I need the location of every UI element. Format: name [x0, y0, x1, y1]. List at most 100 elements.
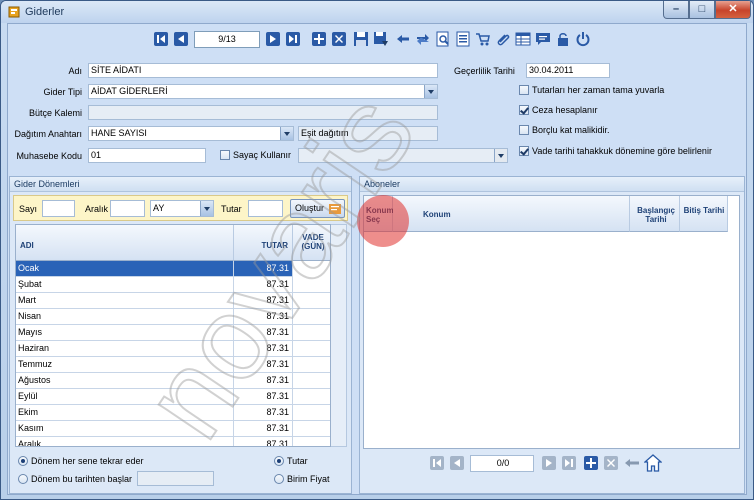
- row-tutar-cell[interactable]: 87.31: [234, 373, 293, 389]
- save-icon[interactable]: [352, 30, 370, 48]
- maximize-button[interactable]: □: [689, 1, 715, 19]
- list-icon[interactable]: [454, 30, 472, 48]
- option-checkbox-2[interactable]: Borçlu kat malikidir.: [519, 125, 610, 135]
- row-vade-cell[interactable]: [293, 437, 330, 446]
- table-row[interactable]: Haziran 87.31: [16, 341, 330, 357]
- row-adi-cell[interactable]: Ekim: [16, 405, 234, 421]
- row-adi-cell[interactable]: Kasım: [16, 421, 234, 437]
- next-record-button[interactable]: [264, 30, 282, 48]
- row-tutar-cell[interactable]: 87.31: [234, 437, 293, 446]
- sayac-kullanir-checkbox[interactable]: Sayaç Kullanır: [220, 150, 291, 160]
- table-row[interactable]: Ocak 87.31: [16, 261, 330, 277]
- row-tutar-cell[interactable]: 87.31: [234, 293, 293, 309]
- aralik-input[interactable]: [110, 200, 145, 217]
- next-record-icon[interactable]: [542, 456, 556, 470]
- table-row[interactable]: Temmuz 87.31: [16, 357, 330, 373]
- row-vade-cell[interactable]: [293, 405, 330, 421]
- tutar-input[interactable]: [248, 200, 283, 217]
- undo-arrow-icon[interactable]: [394, 30, 412, 48]
- muhasebe-kodu-input[interactable]: 01: [88, 148, 206, 163]
- olustur-button[interactable]: Oluştur: [290, 199, 345, 218]
- option-checkbox-1[interactable]: Ceza hesaplanır: [519, 105, 598, 115]
- butce-kalemi-input[interactable]: [88, 105, 438, 120]
- donem-grid[interactable]: ADI TUTAR VADE (GÜN) Ocak 87.31 Şubat 87.31…: [15, 224, 331, 447]
- row-vade-cell[interactable]: [293, 261, 330, 277]
- row-tutar-cell[interactable]: 87.31: [234, 325, 293, 341]
- row-tutar-cell[interactable]: 87.31: [234, 421, 293, 437]
- radio-birim-fiyat-dot[interactable]: [274, 474, 284, 484]
- radio-her-sene-dot[interactable]: [18, 456, 28, 466]
- row-vade-cell[interactable]: [293, 309, 330, 325]
- delete-icon[interactable]: [330, 30, 348, 48]
- option-checkbox-0[interactable]: Tutarları her zaman tama yuvarla: [519, 85, 664, 95]
- gecerlilik-tarihi-input[interactable]: 30.04.2011: [526, 63, 610, 78]
- period-combo[interactable]: AY: [150, 200, 214, 217]
- row-tutar-cell[interactable]: 87.31: [234, 341, 293, 357]
- row-vade-cell[interactable]: [293, 341, 330, 357]
- vade-column-header[interactable]: VADE (GÜN): [293, 225, 330, 261]
- row-vade-cell[interactable]: [293, 373, 330, 389]
- search-document-icon[interactable]: [434, 30, 452, 48]
- tutar-column-header[interactable]: TUTAR: [234, 225, 293, 261]
- cart-icon[interactable]: [474, 30, 492, 48]
- adi-input[interactable]: SİTE AİDATI: [88, 63, 438, 78]
- row-tutar-cell[interactable]: 87.31: [234, 357, 293, 373]
- row-tutar-cell[interactable]: 87.31: [234, 405, 293, 421]
- row-adi-cell[interactable]: Ağustos: [16, 373, 234, 389]
- chevron-down-icon[interactable]: [494, 149, 507, 162]
- first-record-button[interactable]: [152, 30, 170, 48]
- last-record-button[interactable]: [284, 30, 302, 48]
- radio-tutar[interactable]: Tutar: [274, 456, 308, 466]
- table-row[interactable]: Nisan 87.31: [16, 309, 330, 325]
- save-as-icon[interactable]: [372, 30, 390, 48]
- chevron-down-icon[interactable]: [280, 127, 293, 140]
- row-vade-cell[interactable]: [293, 421, 330, 437]
- table-row[interactable]: Aralık 87.31: [16, 437, 330, 446]
- option-box-2[interactable]: [519, 125, 529, 135]
- title-bar[interactable]: Giderler – □ ✕: [1, 1, 753, 23]
- add-icon[interactable]: [310, 30, 328, 48]
- row-vade-cell[interactable]: [293, 277, 330, 293]
- refresh-icon[interactable]: [414, 30, 432, 48]
- table-row[interactable]: Ağustos 87.31: [16, 373, 330, 389]
- row-adi-cell[interactable]: Eylül: [16, 389, 234, 405]
- row-tutar-cell[interactable]: 87.31: [234, 309, 293, 325]
- option-box-3[interactable]: [519, 146, 529, 156]
- radio-her-sene[interactable]: Dönem her sene tekrar eder: [18, 456, 144, 466]
- gider-tipi-combo[interactable]: AİDAT GİDERLERİ: [88, 84, 438, 99]
- row-adi-cell[interactable]: Aralık: [16, 437, 234, 446]
- option-box-1[interactable]: [519, 105, 529, 115]
- previous-record-icon[interactable]: [450, 456, 464, 470]
- radio-tutar-dot[interactable]: [274, 456, 284, 466]
- row-tutar-cell[interactable]: 87.31: [234, 389, 293, 405]
- abone-position-field[interactable]: 0/0: [470, 455, 534, 472]
- delete-icon[interactable]: [604, 456, 618, 470]
- chevron-down-icon[interactable]: [424, 85, 437, 98]
- grid-scrollbar[interactable]: [331, 224, 347, 447]
- power-icon[interactable]: [574, 30, 592, 48]
- radio-birim-fiyat[interactable]: Birim Fiyat: [274, 474, 330, 484]
- last-record-icon[interactable]: [562, 456, 576, 470]
- close-button[interactable]: ✕: [715, 1, 751, 19]
- table-row[interactable]: Şubat 87.31: [16, 277, 330, 293]
- row-adi-cell[interactable]: Şubat: [16, 277, 234, 293]
- table-icon[interactable]: [514, 30, 532, 48]
- lock-icon[interactable]: [554, 30, 572, 48]
- row-vade-cell[interactable]: [293, 293, 330, 309]
- row-vade-cell[interactable]: [293, 357, 330, 373]
- adi-column-header[interactable]: ADI: [16, 225, 234, 261]
- table-row[interactable]: Eylül 87.31: [16, 389, 330, 405]
- dagitim-anahtari-combo[interactable]: HANE SAYISI: [88, 126, 294, 141]
- home-icon[interactable]: [644, 454, 662, 472]
- row-tutar-cell[interactable]: 87.31: [234, 261, 293, 277]
- previous-record-button[interactable]: [172, 30, 190, 48]
- attachment-icon[interactable]: [494, 30, 512, 48]
- baslangic-tarihi-input[interactable]: [137, 471, 214, 486]
- row-adi-cell[interactable]: Nisan: [16, 309, 234, 325]
- abone-grid[interactable]: Konum Seç Konum Başlangıç Tarihi Bitiş T…: [363, 195, 740, 449]
- baslangic-column-header[interactable]: Başlangıç Tarihi: [630, 196, 680, 232]
- table-row[interactable]: Ekim 87.31: [16, 405, 330, 421]
- sayac-checkbox-box[interactable]: [220, 150, 230, 160]
- table-row[interactable]: Mart 87.31: [16, 293, 330, 309]
- row-adi-cell[interactable]: Mart: [16, 293, 234, 309]
